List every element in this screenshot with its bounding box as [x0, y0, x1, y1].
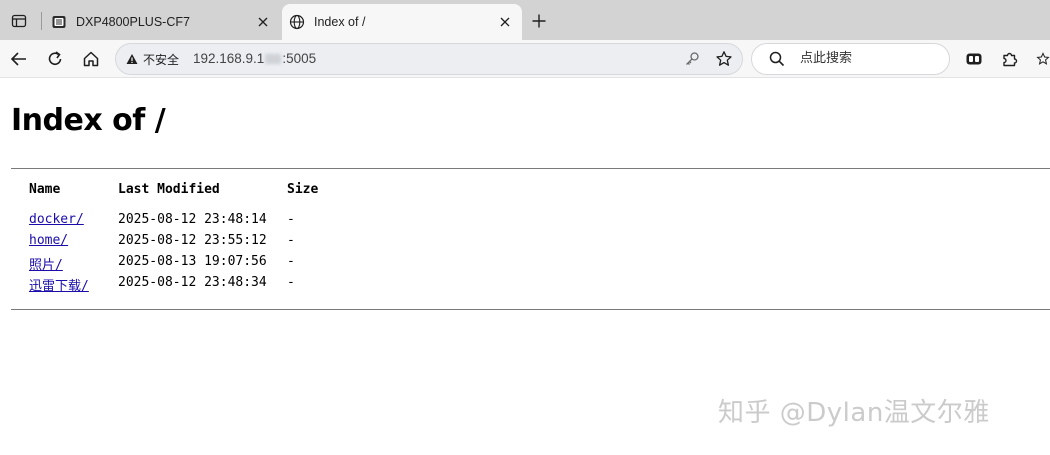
address-bar[interactable]: 不安全 192.168.9.1 :5005: [115, 43, 743, 75]
url-port: :5005: [282, 51, 317, 66]
home-button[interactable]: [77, 45, 105, 73]
divider: [11, 309, 1050, 310]
redacted-mask: [265, 54, 282, 65]
entry-link[interactable]: 迅雷下载/: [29, 279, 89, 294]
plus-icon: [532, 14, 546, 28]
extension-button[interactable]: [960, 45, 988, 73]
star-add-icon: [716, 51, 732, 66]
close-tab-icon[interactable]: [494, 11, 516, 33]
puzzle-icon: [1003, 52, 1018, 67]
entry-size: -: [287, 233, 295, 248]
favorites-button[interactable]: [1036, 45, 1050, 73]
new-tab-button[interactable]: [527, 9, 551, 33]
security-indicator[interactable]: 不安全: [126, 44, 179, 74]
close-tab-icon[interactable]: [252, 11, 274, 33]
entry-modified: 2025-08-12 23:48:14: [118, 212, 267, 227]
refresh-button[interactable]: [41, 45, 69, 73]
home-icon: [83, 51, 99, 67]
entry-link[interactable]: docker/: [29, 212, 84, 227]
globe-icon: [288, 13, 306, 31]
tab-title: Index of /: [314, 15, 366, 29]
key-icon: [686, 52, 699, 65]
divider: [11, 168, 1050, 169]
nas-device-icon: [50, 13, 68, 31]
back-button[interactable]: [5, 45, 33, 73]
tab-title: DXP4800PLUS-CF7: [76, 15, 190, 29]
entry-modified: 2025-08-12 23:48:34: [118, 275, 267, 290]
column-header-size: Size: [287, 182, 319, 197]
tab-strip: DXP4800PLUS-CF7 Index of /: [0, 0, 1050, 40]
watermark: 知乎 @Dylan温文尔雅: [718, 398, 990, 428]
column-header-last-modified: Last Modified: [118, 182, 220, 197]
refresh-icon: [48, 51, 62, 65]
search-icon: [769, 51, 785, 67]
column-header-name: Name: [29, 182, 61, 197]
tab-divider: [41, 12, 42, 30]
entry-link[interactable]: 照片/: [29, 258, 63, 273]
favorite-button[interactable]: [714, 49, 734, 69]
entry-size: -: [287, 254, 295, 269]
tab-dxp4800[interactable]: DXP4800PLUS-CF7: [44, 4, 280, 40]
search-box[interactable]: 点此搜索: [751, 43, 950, 75]
star-icon: [1036, 52, 1050, 65]
entry-size: -: [287, 275, 295, 290]
page-title: Index of /: [11, 103, 166, 138]
tab-actions-icon: [11, 14, 27, 28]
entry-modified: 2025-08-13 19:07:56: [118, 254, 267, 269]
entry-link[interactable]: home/: [29, 233, 68, 248]
browser-toolbar: 不安全 192.168.9.1 :5005 点此搜索: [0, 40, 1050, 78]
arrow-left-icon: [10, 52, 26, 66]
page-content: Index of / Name Last Modified Size docke…: [0, 79, 1050, 455]
security-label: 不安全: [143, 52, 180, 67]
url-text[interactable]: 192.168.9.1 :5005: [193, 44, 316, 74]
entry-modified: 2025-08-12 23:55:12: [118, 233, 267, 248]
search-placeholder: 点此搜索: [800, 51, 853, 66]
url-host: 192.168.9.1: [193, 51, 265, 66]
warning-icon: [126, 54, 138, 64]
password-key-button[interactable]: [682, 49, 702, 69]
tab-actions-button[interactable]: [6, 8, 32, 34]
entry-size: -: [287, 212, 295, 227]
extension-app-icon: [966, 53, 982, 65]
extensions-menu-button[interactable]: [996, 45, 1024, 73]
tab-index-of[interactable]: Index of /: [282, 4, 522, 40]
